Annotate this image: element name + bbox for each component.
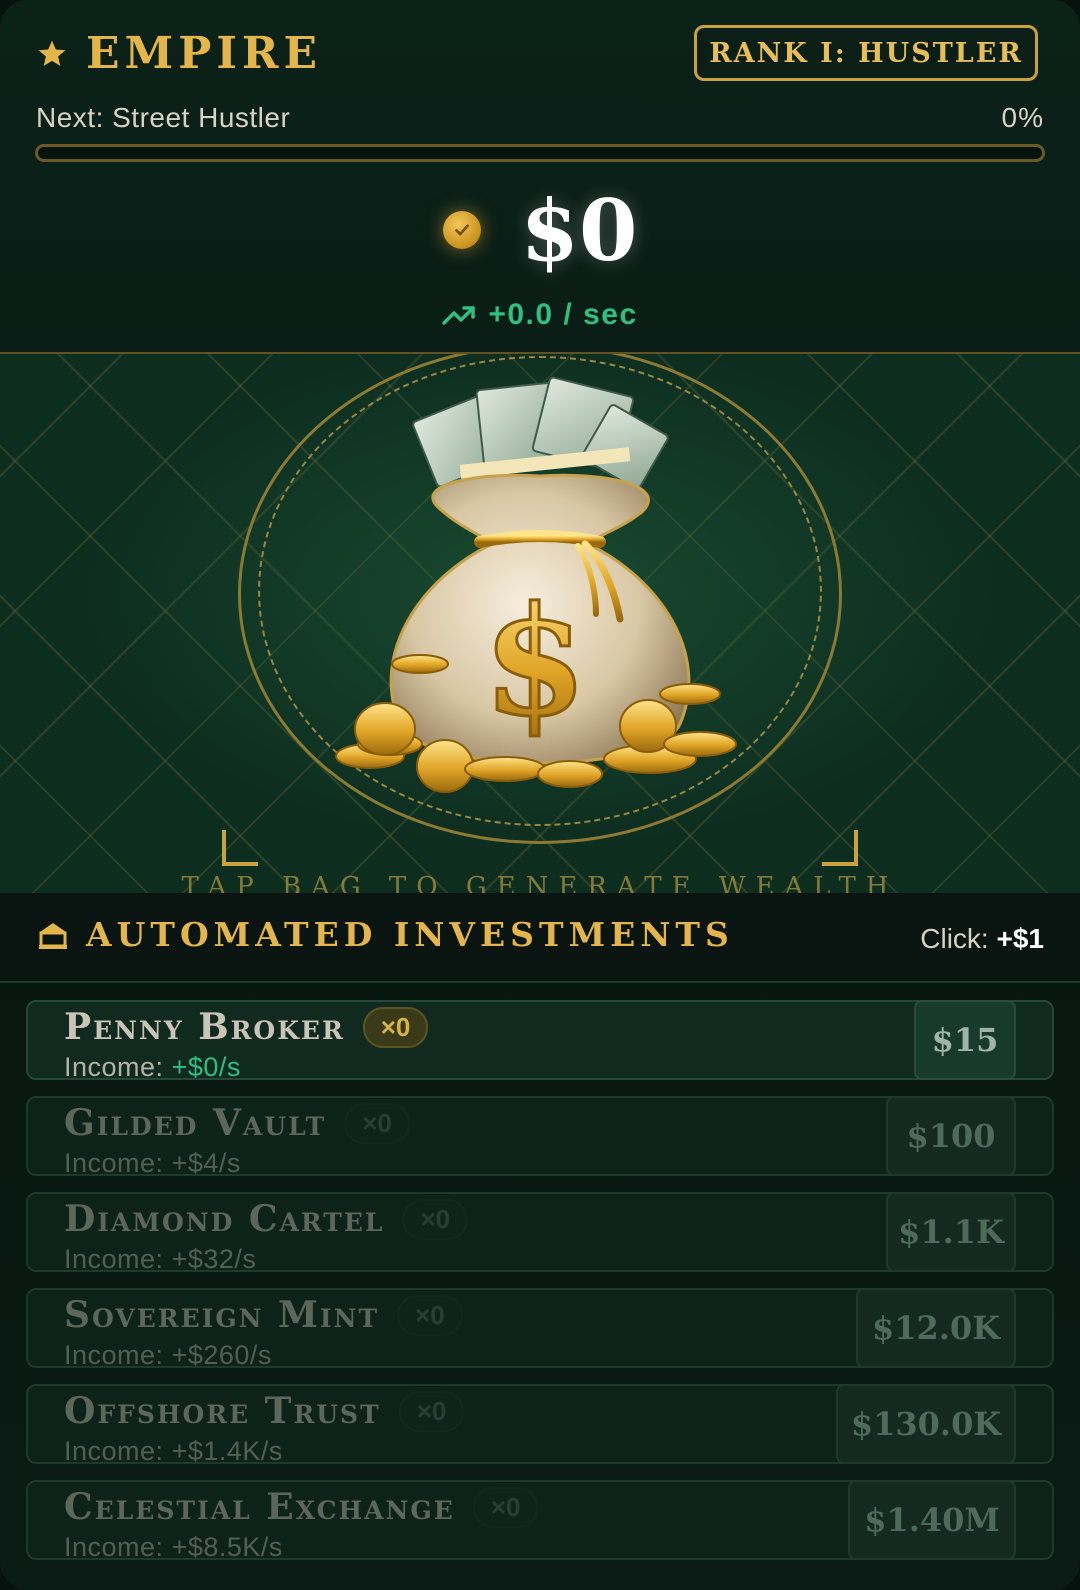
- investment-name: Celestial Exchange: [64, 1486, 455, 1528]
- rank-badge[interactable]: RANK I: HUSTLER: [694, 25, 1038, 81]
- investment-row-penny-broker[interactable]: Penny Broker ×0 Income: +$0/s $15: [26, 1000, 1054, 1083]
- investment-income: Income: +$4/s: [64, 1148, 241, 1179]
- game-screen: EMPIRE RANK I: HUSTLER Next: Street Hust…: [0, 0, 1080, 1590]
- investment-name-row: Celestial Exchange ×0: [64, 1486, 539, 1528]
- investment-name-row: Diamond Cartel ×0: [64, 1198, 469, 1240]
- investments-title-text: AUTOMATED INVESTMENTS: [86, 915, 734, 954]
- buy-button[interactable]: $130.0K: [836, 1384, 1016, 1464]
- income-label: Income:: [64, 1148, 164, 1178]
- income-value: +$0/s: [171, 1052, 241, 1082]
- investment-name-row: Gilded Vault ×0: [64, 1102, 410, 1144]
- investment-name: Gilded Vault: [64, 1102, 327, 1144]
- frame-corner-right: [822, 830, 858, 866]
- investment-row-sovereign-mint[interactable]: Sovereign Mint ×0 Income: +$260/s $12.0K: [26, 1288, 1054, 1371]
- owned-count-badge: ×0: [344, 1102, 410, 1144]
- investment-name-row: Offshore Trust ×0: [64, 1390, 465, 1432]
- investment-name: Offshore Trust: [64, 1390, 381, 1432]
- bank-icon: [39, 922, 67, 949]
- rank-progress-bar: [35, 144, 1045, 162]
- clicker-stage: $ TAP BAG TO GENERATE WEALTH: [0, 352, 1080, 897]
- income-value: +$8.5K/s: [171, 1532, 283, 1562]
- balance-amount: $0: [520, 180, 638, 280]
- investment-row-diamond-cartel[interactable]: Diamond Cartel ×0 Income: +$32/s $1.1K: [26, 1192, 1054, 1275]
- investment-name-row: Sovereign Mint ×0: [64, 1294, 463, 1336]
- app-title: EMPIRE: [86, 28, 323, 79]
- investment-name: Sovereign Mint: [64, 1294, 380, 1336]
- frame-corner-left: [222, 830, 258, 866]
- investment-income: Income: +$32/s: [64, 1244, 256, 1275]
- buy-button[interactable]: $100: [886, 1096, 1016, 1176]
- income-value: +$4/s: [171, 1148, 241, 1178]
- click-value-info: Click: +$1: [920, 923, 1044, 955]
- investments-header: AUTOMATED INVESTMENTS Click: +$1: [0, 893, 1080, 983]
- investment-income: Income: +$8.5K/s: [64, 1532, 283, 1563]
- star-icon: [38, 40, 66, 66]
- income-label: Income:: [64, 1532, 164, 1562]
- investment-income: Income: +$1.4K/s: [64, 1436, 283, 1467]
- owned-count-badge: ×0: [362, 1006, 429, 1048]
- rank-progress-percent: 0%: [1001, 102, 1044, 133]
- income-rate-value: +0.0 / sec: [488, 298, 638, 331]
- income-value: +$1.4K/s: [171, 1436, 283, 1466]
- click-label: Click:: [920, 923, 989, 954]
- income-rate: +0.0 / sec: [0, 298, 1080, 332]
- owned-count-badge: ×0: [472, 1486, 539, 1528]
- income-value: +$32/s: [171, 1244, 257, 1274]
- income-label: Income:: [64, 1436, 164, 1466]
- income-value: +$260/s: [171, 1340, 272, 1370]
- click-value: +$1: [996, 923, 1045, 954]
- investment-row-celestial-exchange[interactable]: Celestial Exchange ×0 Income: +$8.5K/s $…: [26, 1480, 1054, 1563]
- investment-row-gilded-vault[interactable]: Gilded Vault ×0 Income: +$4/s $100: [26, 1096, 1054, 1179]
- investment-name: Diamond Cartel: [64, 1198, 385, 1240]
- investment-list: Penny Broker ×0 Income: +$0/s $15 Gilded…: [26, 1000, 1054, 1576]
- investments-title: AUTOMATED INVESTMENTS: [38, 915, 734, 954]
- owned-count-badge: ×0: [402, 1198, 469, 1240]
- owned-count-badge: ×0: [398, 1390, 465, 1432]
- buy-button[interactable]: $1.40M: [848, 1480, 1016, 1560]
- investment-income: Income: +$260/s: [64, 1340, 272, 1371]
- next-rank-label: Next: Street Hustler: [36, 102, 291, 133]
- money-bag-button[interactable]: $: [330, 364, 750, 804]
- coin-icon: [442, 211, 481, 249]
- buy-button[interactable]: $15: [914, 1000, 1016, 1080]
- brand: EMPIRE: [36, 28, 322, 79]
- income-label: Income:: [64, 1340, 164, 1370]
- buy-button[interactable]: $1.1K: [886, 1192, 1016, 1272]
- investment-name-row: Penny Broker ×0: [64, 1006, 429, 1048]
- investment-income: Income: +$0/s: [64, 1052, 241, 1083]
- balance-display: $0: [0, 180, 1080, 280]
- svg-text:$: $: [483, 574, 587, 750]
- header: EMPIRE RANK I: HUSTLER Next: Street Hust…: [0, 0, 1080, 355]
- owned-count-badge: ×0: [397, 1294, 463, 1336]
- buy-button[interactable]: $12.0K: [856, 1288, 1016, 1368]
- investment-row-offshore-trust[interactable]: Offshore Trust ×0 Income: +$1.4K/s $130.…: [26, 1384, 1054, 1467]
- trending-up-icon: [442, 306, 476, 325]
- investment-name: Penny Broker: [64, 1006, 345, 1048]
- income-label: Income:: [64, 1052, 164, 1082]
- income-label: Income:: [64, 1244, 164, 1274]
